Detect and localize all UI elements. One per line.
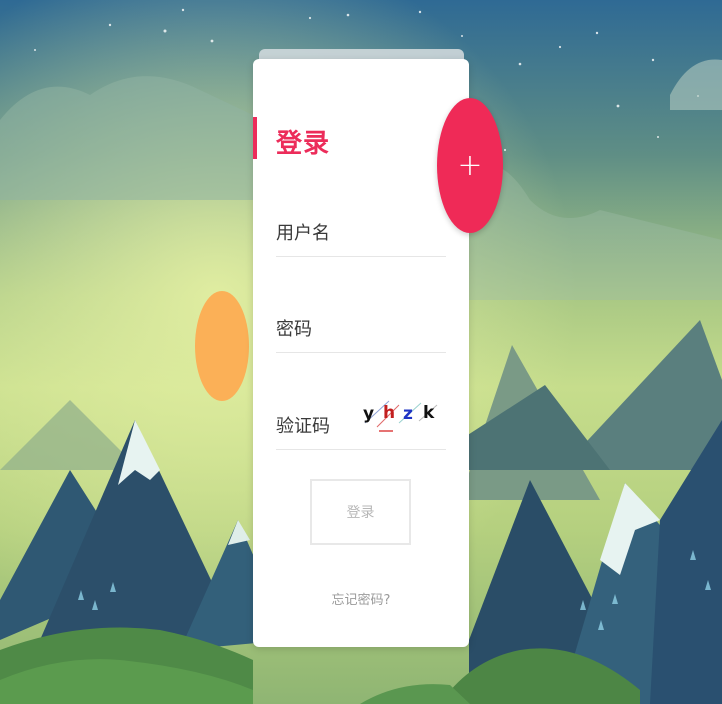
plus-icon: + bbox=[457, 148, 483, 183]
password-underline bbox=[276, 352, 446, 353]
login-button[interactable]: 登录 bbox=[310, 479, 411, 545]
captcha-char: y bbox=[363, 404, 374, 424]
username-underline bbox=[276, 256, 446, 257]
captcha-char: z bbox=[403, 404, 413, 424]
forgot-password-link[interactable]: 忘记密码? bbox=[253, 589, 469, 608]
captcha-field[interactable]: 验证码 bbox=[276, 412, 330, 438]
captcha-char: h bbox=[383, 403, 395, 423]
title-accent-bar bbox=[253, 117, 257, 159]
captcha-image[interactable]: y h z k bbox=[359, 393, 439, 433]
login-title: 登录 bbox=[276, 129, 331, 159]
login-card: 登录 用户名 密码 验证码 y h z k 登录 忘记密码? bbox=[253, 59, 469, 647]
captcha-underline bbox=[276, 449, 446, 450]
captcha-char: k bbox=[423, 403, 435, 423]
password-field[interactable]: 密码 bbox=[276, 315, 312, 341]
register-toggle-button[interactable]: + bbox=[437, 98, 503, 233]
username-field[interactable]: 用户名 bbox=[276, 219, 330, 245]
